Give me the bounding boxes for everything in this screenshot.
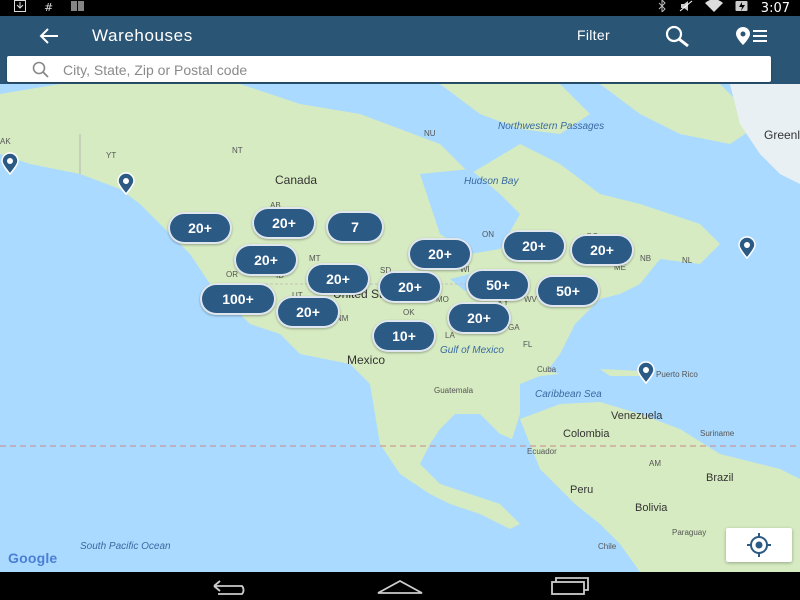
country-label: Paraguay bbox=[672, 528, 707, 537]
wifi-icon bbox=[704, 0, 723, 17]
country-label: Puerto Rico bbox=[656, 370, 698, 379]
back-arrow-icon[interactable] bbox=[36, 24, 62, 48]
state-label: YT bbox=[106, 151, 117, 160]
state-label: GA bbox=[508, 323, 520, 332]
country-label: Suriname bbox=[700, 429, 735, 438]
warehouse-pin[interactable] bbox=[636, 361, 656, 385]
state-label: OR bbox=[226, 270, 238, 279]
warehouse-cluster[interactable]: 20+ bbox=[408, 238, 472, 270]
search-input[interactable] bbox=[61, 58, 755, 82]
water-label: Northwestern Passages bbox=[498, 121, 605, 132]
warehouse-cluster[interactable]: 20+ bbox=[447, 302, 511, 334]
status-bar: # 3:07 bbox=[0, 0, 800, 16]
country-label: Greenland bbox=[764, 128, 800, 142]
status-clock: 3:07 bbox=[760, 0, 790, 16]
country-label: Canada bbox=[275, 173, 318, 187]
country-label: Ecuador bbox=[527, 447, 557, 456]
country-label: Mexico bbox=[347, 353, 386, 367]
warehouse-cluster[interactable]: 20+ bbox=[234, 244, 298, 276]
country-label: Colombia bbox=[563, 428, 610, 440]
state-label: NU bbox=[424, 129, 436, 138]
page-title: Warehouses bbox=[92, 26, 193, 45]
warehouse-pin[interactable] bbox=[737, 236, 757, 260]
warehouse-cluster[interactable]: 20+ bbox=[276, 296, 340, 328]
bluetooth-icon bbox=[657, 0, 667, 17]
battery-icon bbox=[735, 0, 749, 17]
crosshair-icon bbox=[747, 533, 771, 557]
country-label: Chile bbox=[598, 542, 617, 551]
water-label: Gulf of Mexico bbox=[440, 345, 504, 356]
state-label: MT bbox=[309, 254, 321, 263]
state-label: NB bbox=[640, 254, 652, 263]
state-label: LA bbox=[445, 331, 455, 340]
state-label: OK bbox=[403, 308, 415, 317]
hash-icon: # bbox=[44, 1, 54, 14]
state-label: ON bbox=[482, 230, 494, 239]
warehouse-cluster[interactable]: 20+ bbox=[502, 230, 566, 262]
mute-icon bbox=[679, 0, 693, 17]
recents-nav-icon[interactable] bbox=[546, 576, 594, 596]
country-label: Cuba bbox=[537, 365, 557, 374]
warehouse-cluster[interactable]: 20+ bbox=[252, 207, 316, 239]
country-label: AM bbox=[649, 459, 661, 468]
state-label: AK bbox=[0, 137, 11, 146]
warehouse-pin[interactable] bbox=[116, 172, 136, 196]
warehouse-cluster[interactable]: 50+ bbox=[536, 275, 600, 307]
warehouse-cluster[interactable]: 10+ bbox=[372, 320, 436, 352]
state-label: WV bbox=[524, 295, 537, 304]
warehouse-pin[interactable] bbox=[0, 152, 20, 176]
warehouse-cluster[interactable]: 7 bbox=[326, 211, 384, 243]
state-label: NL bbox=[682, 256, 693, 265]
pin-list-icon[interactable] bbox=[733, 23, 773, 49]
home-nav-icon[interactable] bbox=[376, 576, 424, 596]
search-box bbox=[7, 56, 771, 82]
back-nav-icon[interactable] bbox=[206, 576, 254, 596]
warehouse-cluster[interactable]: 100+ bbox=[200, 283, 276, 315]
my-location-button[interactable] bbox=[726, 528, 792, 562]
country-label: Brazil bbox=[706, 472, 734, 484]
warehouse-cluster[interactable]: 20+ bbox=[570, 234, 634, 266]
download-icon bbox=[14, 0, 26, 17]
water-label: South Pacific Ocean bbox=[80, 541, 171, 552]
country-label: Venezuela bbox=[611, 410, 663, 422]
state-label: NT bbox=[232, 146, 243, 155]
search-icon[interactable] bbox=[660, 23, 696, 49]
google-logo: Google bbox=[8, 550, 58, 566]
country-label: Guatemala bbox=[434, 386, 474, 395]
warehouse-cluster[interactable]: 50+ bbox=[466, 269, 530, 301]
state-label: FL bbox=[523, 340, 533, 349]
barcode-icon bbox=[71, 0, 85, 16]
warehouse-cluster[interactable]: 20+ bbox=[306, 263, 370, 295]
water-label: Hudson Bay bbox=[464, 176, 519, 187]
search-icon bbox=[31, 60, 51, 78]
system-nav-bar bbox=[0, 572, 800, 600]
water-label: Caribbean Sea bbox=[535, 389, 602, 400]
app-bar: Warehouses Filter bbox=[0, 16, 800, 56]
map[interactable]: Canada United St Mexico Cuba Puerto Rico… bbox=[0, 84, 800, 572]
filter-button[interactable]: Filter bbox=[577, 27, 610, 43]
country-label: Peru bbox=[570, 484, 594, 496]
warehouse-cluster[interactable]: 20+ bbox=[168, 212, 232, 244]
country-label: Bolivia bbox=[635, 502, 668, 514]
warehouse-cluster[interactable]: 20+ bbox=[378, 271, 442, 303]
